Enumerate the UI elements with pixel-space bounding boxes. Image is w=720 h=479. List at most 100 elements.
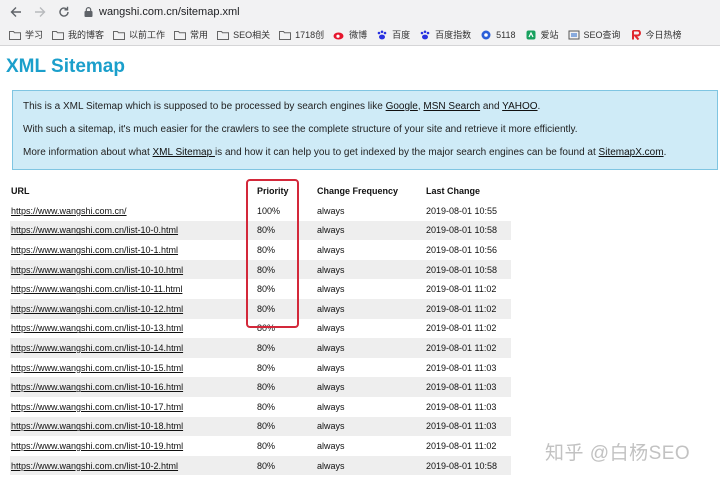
table-cell: https://www.wangshi.com.cn/list-10-13.ht…	[10, 318, 256, 339]
table-cell: always	[316, 201, 425, 221]
table-cell: always	[316, 357, 425, 378]
table-cell: always	[316, 220, 425, 241]
bookmark-item[interactable]: 今日热榜	[630, 28, 682, 41]
table-cell: 2019-08-01 10:58	[425, 259, 511, 280]
bookmark-label: 百度指数	[435, 30, 472, 40]
table-cell: always	[316, 377, 425, 397]
row-last-change: 2019-08-01 10:58	[426, 460, 498, 471]
msn-search-link[interactable]: MSN Search	[423, 101, 480, 112]
table-cell: 2019-08-01 11:02	[425, 436, 511, 456]
google-link[interactable]: Google	[386, 101, 418, 112]
row-priority: 80%	[257, 382, 276, 393]
seo-query-icon	[568, 30, 580, 40]
bookmark-item[interactable]: 学习	[9, 28, 43, 41]
table-row: https://www.wangshi.com.cn/list-10-14.ht…	[10, 338, 511, 358]
back-button[interactable]	[6, 2, 26, 22]
aizhan-icon	[525, 30, 537, 40]
table-cell: https://www.wangshi.com.cn/list-10-0.htm…	[10, 220, 256, 241]
baidu-paw-icon	[376, 30, 388, 40]
bookmark-item[interactable]: SEO查询	[568, 28, 621, 41]
row-last-change: 2019-08-01 10:55	[426, 205, 498, 216]
table-cell: 2019-08-01 11:03	[425, 357, 511, 378]
row-last-change: 2019-08-01 11:03	[426, 382, 497, 393]
row-url-link[interactable]: https://www.wangshi.com.cn/	[11, 206, 127, 216]
table-cell: https://www.wangshi.com.cn/list-10-2.htm…	[10, 455, 256, 476]
table-cell: https://www.wangshi.com.cn/list-10-12.ht…	[10, 298, 256, 319]
row-url-link[interactable]: https://www.wangshi.com.cn/list-10-17.ht…	[11, 402, 183, 412]
row-frequency: always	[317, 401, 345, 412]
bookmark-item[interactable]: 我的博客	[52, 28, 104, 41]
row-url-link[interactable]: https://www.wangshi.com.cn/list-10-14.ht…	[11, 343, 183, 353]
row-url-link[interactable]: https://www.wangshi.com.cn/list-10-18.ht…	[11, 421, 183, 431]
row-url-link[interactable]: https://www.wangshi.com.cn/list-10-1.htm…	[11, 245, 178, 255]
row-frequency: always	[317, 362, 345, 373]
back-arrow-icon	[10, 7, 21, 17]
row-frequency: always	[317, 244, 345, 255]
intro-text: is and how it can help you to get indexe…	[214, 147, 599, 158]
row-frequency: always	[317, 205, 345, 216]
row-last-change: 2019-08-01 11:02	[426, 342, 497, 353]
row-url-link[interactable]: https://www.wangshi.com.cn/list-10-0.htm…	[11, 225, 178, 235]
row-url-link[interactable]: https://www.wangshi.com.cn/list-10-16.ht…	[11, 382, 183, 392]
row-frequency: always	[317, 342, 345, 353]
lock-icon	[84, 7, 93, 17]
row-url-link[interactable]: https://www.wangshi.com.cn/list-10-15.ht…	[11, 363, 183, 373]
intro-line-2: With such a sitemap, it's much easier fo…	[23, 124, 578, 135]
intro-line-3: More information about what XML Sitemap …	[23, 147, 707, 159]
row-url-link[interactable]: https://www.wangshi.com.cn/list-10-11.ht…	[11, 284, 182, 294]
url-column-header: URL	[11, 185, 30, 196]
row-frequency: always	[317, 460, 345, 471]
bookmark-label: SEO查询	[583, 30, 621, 40]
table-cell: 2019-08-01 10:58	[425, 455, 511, 476]
folder-icon	[217, 30, 230, 40]
url-field[interactable]: wangshi.com.cn/sitemap.xml	[84, 2, 720, 22]
xml-sitemap-link[interactable]: XML Sitemap	[153, 147, 215, 158]
row-priority: 80%	[257, 401, 276, 412]
table-cell: https://www.wangshi.com.cn/list-10-17.ht…	[10, 396, 256, 417]
table-row: https://www.wangshi.com.cn/list-10-18.ht…	[10, 416, 511, 437]
bookmark-label: 常用	[190, 30, 209, 40]
row-last-change: 2019-08-01 11:03	[426, 421, 497, 432]
weibo-icon	[333, 30, 345, 40]
bookmark-label: 我的博客	[68, 30, 105, 40]
bookmark-item[interactable]: 爱站	[525, 28, 559, 41]
row-url-link[interactable]: https://www.wangshi.com.cn/list-10-10.ht…	[11, 265, 183, 275]
row-url-link[interactable]: https://www.wangshi.com.cn/list-10-2.htm…	[11, 461, 178, 471]
intro-text: .	[663, 147, 667, 158]
bookmark-label: 微博	[349, 30, 368, 40]
priority-highlight-box	[246, 179, 299, 328]
table-cell: always	[316, 436, 425, 456]
bookmarks-bar: 学习 我的博客 以前工作 常用 SEO相关 1718创 微博 百度 百度指数 5118 爱站 SEO查…	[0, 24, 720, 46]
table-cell: always	[316, 416, 425, 437]
sitemapx-link[interactable]: SitemapX.com	[599, 147, 664, 158]
bookmark-label: SEO相关	[233, 30, 271, 40]
bookmark-item[interactable]: 1718创	[279, 28, 324, 41]
table-cell: 2019-08-01 11:03	[425, 396, 511, 417]
bookmark-item[interactable]: 常用	[174, 28, 208, 41]
bookmark-item[interactable]: 百度	[376, 28, 410, 41]
bookmark-label: 学习	[25, 30, 44, 40]
table-cell: always	[316, 338, 425, 358]
folder-icon	[174, 30, 187, 40]
bookmark-item[interactable]: 5118	[480, 30, 516, 40]
table-cell: 2019-08-01 11:02	[425, 298, 511, 319]
folder-icon	[279, 30, 292, 40]
table-cell: 80%	[256, 357, 316, 378]
row-url-link[interactable]: https://www.wangshi.com.cn/list-10-13.ht…	[11, 323, 183, 333]
row-url-link[interactable]: https://www.wangshi.com.cn/list-10-12.ht…	[11, 304, 183, 314]
table-row: https://www.wangshi.com.cn/list-10-19.ht…	[10, 436, 511, 456]
reload-button[interactable]	[54, 2, 74, 22]
yahoo-link[interactable]: YAHOO	[502, 101, 537, 112]
bookmark-item[interactable]: 微博	[333, 28, 367, 41]
bookmark-item[interactable]: SEO相关	[217, 28, 270, 41]
table-cell: https://www.wangshi.com.cn/list-10-18.ht…	[10, 416, 256, 437]
table-cell: always	[316, 259, 425, 280]
row-url-link[interactable]: https://www.wangshi.com.cn/list-10-19.ht…	[11, 441, 183, 451]
row-last-change: 2019-08-01 10:58	[426, 264, 498, 275]
row-last-change: 2019-08-01 11:02	[426, 440, 497, 451]
bookmark-item[interactable]: 以前工作	[113, 28, 165, 41]
folder-icon	[9, 30, 21, 40]
table-cell: 2019-08-01 11:02	[425, 338, 511, 358]
forward-button[interactable]	[30, 2, 50, 22]
bookmark-item[interactable]: 百度指数	[419, 28, 471, 41]
